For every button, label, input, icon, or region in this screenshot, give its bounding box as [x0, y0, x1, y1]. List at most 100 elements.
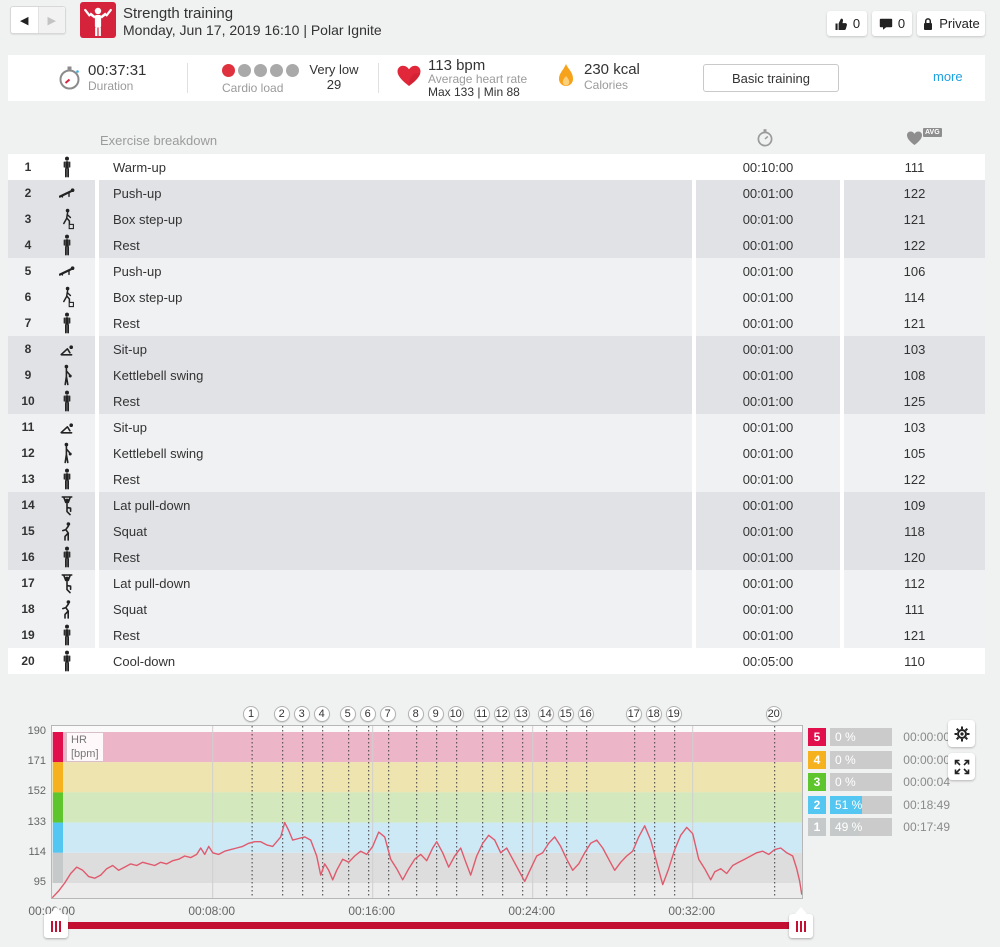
slider-handle-right[interactable]	[789, 914, 813, 938]
y-axis-tick: 95	[18, 876, 46, 888]
exercise-name: Kettlebell swing	[113, 368, 203, 383]
chart-expand-button[interactable]	[948, 753, 975, 780]
next-session-button[interactable]: ▶	[39, 7, 66, 33]
phase-marker: 9	[428, 706, 444, 722]
exercise-index-cell: 2	[8, 180, 95, 206]
person-standing-icon	[54, 624, 80, 646]
exercise-number: 3	[8, 212, 48, 226]
exercise-avg-hr-cell: 121	[844, 206, 985, 232]
training-benefit-button[interactable]: Basic training	[703, 64, 839, 92]
more-link[interactable]: more	[933, 69, 963, 84]
exercise-avg-hr-cell: 103	[844, 336, 985, 362]
exercise-index-cell: 10	[8, 388, 95, 414]
exercise-index-cell: 1	[8, 154, 95, 180]
comment-count: 0	[898, 16, 905, 31]
exercise-duration-cell: 00:01:00	[696, 596, 840, 622]
exercise-number: 19	[8, 628, 48, 642]
exercise-index-cell: 15	[8, 518, 95, 544]
zone-number-badge: 4	[808, 751, 826, 769]
table-row: 16Rest00:01:00120	[8, 544, 985, 570]
exercise-number: 20	[8, 654, 48, 668]
exercise-avg-hr-cell: 125	[844, 388, 985, 414]
cardio-load-dot	[238, 64, 251, 77]
hr-zone-band	[52, 823, 802, 853]
exercise-name: Box step-up	[113, 290, 182, 305]
person-standing-icon	[54, 156, 80, 178]
cardio-load-dot	[254, 64, 267, 77]
stats-divider	[378, 63, 379, 93]
person-standing-icon	[54, 234, 80, 256]
privacy-label: Private	[939, 16, 979, 31]
exercise-duration: 00:01:00	[743, 576, 794, 591]
y-axis-tick: 190	[18, 725, 46, 737]
zone-number-badge: 3	[808, 773, 826, 791]
exercise-name-cell: Lat pull-down	[99, 570, 692, 596]
exercise-avg-hr: 120	[904, 550, 926, 565]
exercise-name-cell: Rest	[99, 622, 692, 648]
calories-label: Calories	[584, 78, 628, 92]
column-divider	[692, 154, 696, 674]
zone-color-block	[53, 732, 63, 762]
exercise-name: Lat pull-down	[113, 498, 190, 513]
exercise-number: 17	[8, 576, 48, 590]
table-row: 12Kettlebell swing00:01:00105	[8, 440, 985, 466]
heart-icon	[396, 64, 422, 88]
lat-pull-down-icon	[54, 572, 80, 594]
hr-minmax: Max 133 | Min 88	[428, 85, 520, 99]
exercise-name: Rest	[113, 394, 140, 409]
comment-button[interactable]: 0	[872, 11, 912, 36]
exercise-avg-hr-cell: 121	[844, 310, 985, 336]
phase-marker: 19	[666, 706, 682, 722]
like-button[interactable]: 0	[827, 11, 867, 36]
zone-number-badge: 2	[808, 796, 826, 814]
exercise-avg-hr-cell: 118	[844, 518, 985, 544]
exercise-avg-hr-cell: 122	[844, 180, 985, 206]
hr-zone-band	[52, 792, 802, 822]
exercise-index-cell: 5	[8, 258, 95, 284]
table-row: 13Rest00:01:00122	[8, 466, 985, 492]
y-axis-tick: 114	[18, 846, 46, 858]
chart-settings-button[interactable]	[948, 720, 975, 747]
exercise-name-cell: Box step-up	[99, 206, 692, 232]
zone-time: 00:00:00	[880, 753, 950, 767]
exercise-duration-cell: 00:01:00	[696, 362, 840, 388]
exercise-avg-hr-cell: 120	[844, 544, 985, 570]
exercise-index-cell: 3	[8, 206, 95, 232]
exercise-duration-cell: 00:01:00	[696, 518, 840, 544]
exercise-index-cell: 13	[8, 466, 95, 492]
phase-marker: 3	[294, 706, 310, 722]
exercise-index-cell: 11	[8, 414, 95, 440]
exercise-name: Rest	[113, 238, 140, 253]
exercise-number: 11	[8, 420, 48, 434]
phase-marker: 18	[646, 706, 662, 722]
exercise-number: 8	[8, 342, 48, 356]
previous-session-button[interactable]: ◀	[11, 7, 39, 33]
hr-axis-title: HR [bpm]	[66, 732, 104, 762]
zone-percent-label: 0 %	[835, 775, 856, 789]
exercise-name-cell: Warm-up	[99, 154, 692, 180]
timeline-slider-track[interactable]	[51, 922, 801, 929]
lat-pull-down-icon	[54, 494, 80, 516]
like-count: 0	[853, 16, 860, 31]
zone-number-badge: 5	[808, 728, 826, 746]
exercise-duration: 00:01:00	[743, 212, 794, 227]
exercise-avg-hr-cell: 106	[844, 258, 985, 284]
exercise-duration: 00:01:00	[743, 446, 794, 461]
exercise-name-cell: Sit-up	[99, 336, 692, 362]
exercise-avg-hr: 122	[904, 472, 926, 487]
table-row: 11Sit-up00:01:00103	[8, 414, 985, 440]
exercise-duration-cell: 00:05:00	[696, 648, 840, 674]
slider-handle-left[interactable]	[44, 914, 68, 938]
table-row: 9Kettlebell swing00:01:00108	[8, 362, 985, 388]
exercise-number: 16	[8, 550, 48, 564]
phase-marker: 7	[380, 706, 396, 722]
exercise-avg-hr: 121	[904, 628, 926, 643]
exercise-duration-cell: 00:01:00	[696, 440, 840, 466]
exercise-duration-cell: 00:01:00	[696, 622, 840, 648]
phase-marker: 20	[766, 706, 782, 722]
sit-up-icon	[54, 416, 80, 438]
privacy-button[interactable]: Private	[917, 11, 985, 36]
exercise-avg-hr: 121	[904, 212, 926, 227]
phase-marker: 4	[314, 706, 330, 722]
cardio-load-rating: Very low	[294, 62, 374, 77]
